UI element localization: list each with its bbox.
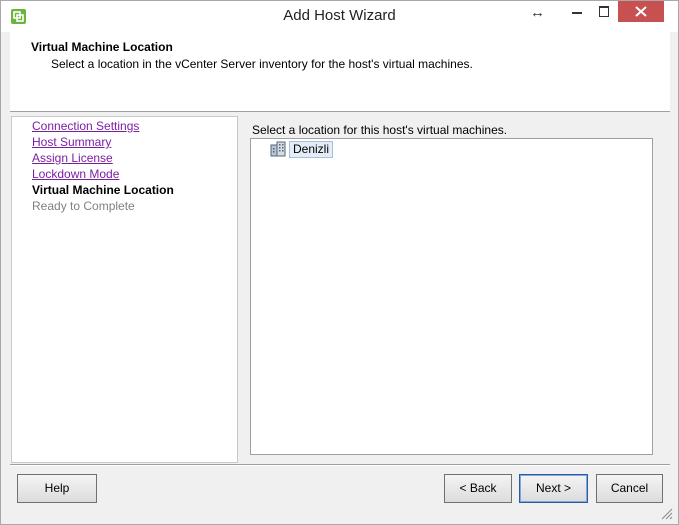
step-virtual-machine-location: Virtual Machine Location: [32, 183, 174, 197]
close-icon: [635, 6, 647, 17]
resize-arrows-icon: ↔: [530, 4, 545, 21]
inventory-tree[interactable]: Denizli: [250, 138, 653, 455]
step-host-summary[interactable]: Host Summary: [32, 135, 111, 149]
add-host-wizard-window: Add Host Wizard ↔ Virtual Machine Locati…: [0, 0, 679, 525]
step-connection-settings[interactable]: Connection Settings: [32, 119, 139, 133]
back-button[interactable]: < Back: [444, 474, 512, 503]
footer-divider: [10, 464, 670, 466]
step-assign-license[interactable]: Assign License: [32, 151, 113, 165]
cancel-button[interactable]: Cancel: [596, 474, 663, 503]
step-ready-to-complete: Ready to Complete: [32, 199, 135, 213]
maximize-icon: [599, 6, 609, 17]
page-title: Virtual Machine Location: [31, 40, 173, 54]
page-description: Select a location in the vCenter Server …: [51, 57, 473, 71]
next-button[interactable]: Next >: [519, 474, 588, 503]
title-bar[interactable]: Add Host Wizard ↔: [1, 1, 678, 32]
maximize-button[interactable]: [591, 1, 618, 23]
wizard-steps-panel: Connection Settings Host Summary Assign …: [11, 116, 238, 463]
tree-node-label[interactable]: Denizli: [289, 141, 334, 158]
help-button[interactable]: Help: [17, 474, 97, 503]
location-prompt: Select a location for this host's virtua…: [252, 123, 508, 137]
close-button[interactable]: [618, 1, 664, 22]
minimize-button[interactable]: [564, 1, 591, 23]
datacenter-icon: [270, 141, 286, 157]
resize-grip-icon[interactable]: [659, 506, 673, 520]
wizard-header: Virtual Machine Location Select a locati…: [10, 32, 670, 112]
step-lockdown-mode[interactable]: Lockdown Mode: [32, 167, 119, 181]
minimize-icon: [572, 12, 582, 14]
